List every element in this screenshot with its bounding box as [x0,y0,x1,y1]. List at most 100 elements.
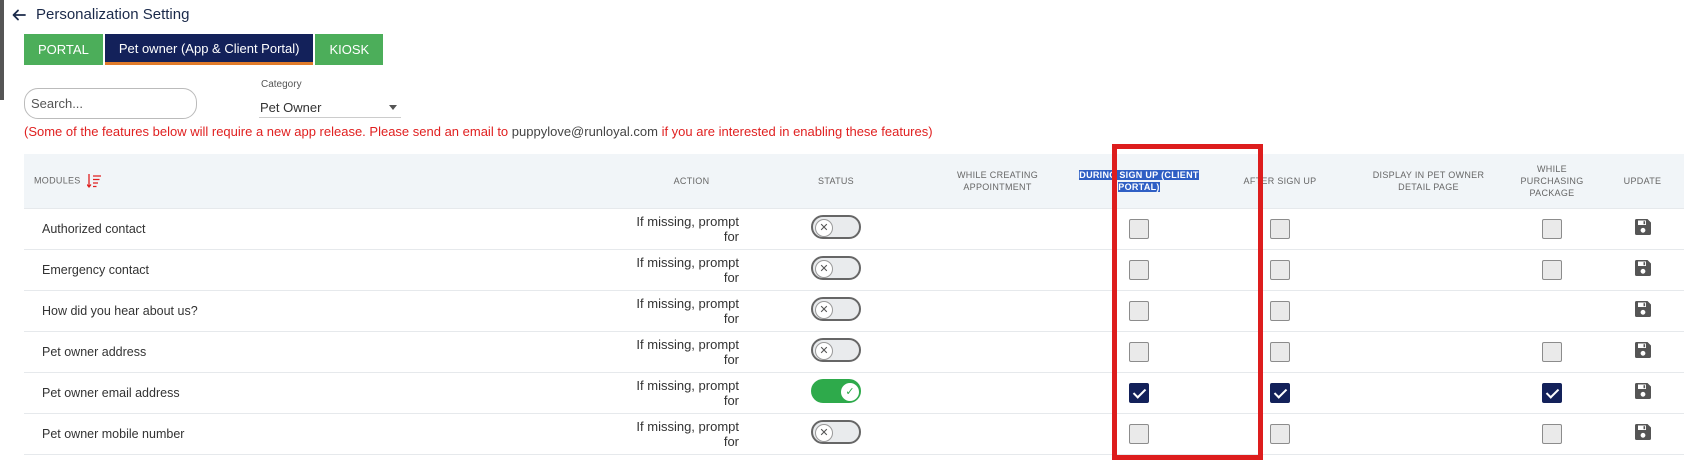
floppy-disk-icon[interactable] [1634,300,1652,321]
module-name: Pet owner email address [42,385,180,400]
tab-kiosk[interactable]: KIOSK [315,34,384,65]
during-signup-checkbox[interactable] [1129,341,1149,362]
tab-bar: PORTAL Pet owner (App & Client Portal) K… [24,34,385,65]
during-signup-cell [1072,331,1206,372]
after-signup-cell [1206,331,1354,372]
during-signup-checkbox[interactable] [1129,382,1149,403]
after-signup-checkbox[interactable] [1270,382,1290,403]
status-cell: ✕ [749,413,923,454]
search-input[interactable] [24,88,197,119]
status-toggle[interactable]: ✕ [811,215,861,239]
while-purchasing-checkbox[interactable] [1542,423,1562,444]
column-header-action: ACTION [673,175,710,186]
x-icon: ✕ [815,301,833,319]
action-text: If missing, prompt for [636,418,739,449]
arrow-left-icon[interactable] [12,8,26,22]
during-signup-checkbox[interactable] [1129,259,1149,280]
update-cell [1601,208,1684,249]
after-signup-checkbox[interactable] [1270,300,1290,321]
update-cell [1601,331,1684,372]
floppy-disk-icon[interactable] [1634,218,1652,239]
left-edge-bar [0,0,4,100]
page-title: Personalization Setting [36,6,190,23]
while-purchasing-checkbox[interactable] [1542,382,1562,403]
column-header-after-signup: AFTER SIGN UP [1243,175,1317,186]
update-cell [1601,249,1684,290]
action-text: If missing, prompt for [636,213,739,244]
status-toggle[interactable]: ✓ [811,379,861,403]
update-cell [1601,372,1684,413]
while-purchasing-cell [1503,413,1601,454]
table-row: Pet owner address If missing, prompt for… [24,331,1684,372]
module-name: Pet owner mobile number [42,426,185,441]
column-header-while-creating: WHILE CREATING APPOINTMENT [956,169,1039,192]
after-signup-cell [1206,249,1354,290]
after-signup-checkbox[interactable] [1270,423,1290,444]
during-signup-checkbox[interactable] [1129,218,1149,239]
page-header: Personalization Setting [12,6,189,23]
status-cell: ✕ [749,249,923,290]
while-purchasing-cell [1503,249,1601,290]
after-signup-cell [1206,413,1354,454]
sort-descending-icon[interactable] [87,173,102,189]
after-signup-cell [1206,290,1354,331]
display-detail-cell [1354,331,1503,372]
while-creating-cell [923,208,1072,249]
notice-text-after: if you are interested in enabling these … [657,124,933,139]
status-toggle[interactable]: ✕ [811,338,861,362]
after-signup-cell [1206,372,1354,413]
during-signup-cell [1072,413,1206,454]
while-creating-cell [923,413,1072,454]
module-name: Emergency contact [42,262,149,277]
floppy-disk-icon[interactable] [1634,259,1652,280]
floppy-disk-icon[interactable] [1634,382,1652,403]
column-header-modules[interactable]: MODULES [24,154,634,208]
floppy-disk-icon[interactable] [1634,341,1652,362]
display-detail-cell [1354,372,1503,413]
during-signup-checkbox[interactable] [1129,423,1149,444]
category-select[interactable]: Pet Owner [259,98,401,118]
action-text: If missing, prompt for [636,336,739,367]
while-purchasing-cell [1503,290,1601,331]
release-notice: (Some of the features below will require… [24,124,933,139]
status-cell: ✕ [749,331,923,372]
tab-pet-owner[interactable]: Pet owner (App & Client Portal) [104,34,314,65]
column-header-status: STATUS [818,175,854,186]
after-signup-checkbox[interactable] [1270,341,1290,362]
table-row: Pet owner mobile number If missing, prom… [24,413,1684,454]
while-purchasing-checkbox[interactable] [1542,259,1562,280]
display-detail-cell [1354,208,1503,249]
status-cell: ✓ [749,372,923,413]
tab-portal[interactable]: PORTAL [24,34,103,65]
modules-table-container: MODULES ACTION STATUS WHILE CREATING APP… [24,154,1684,455]
action-text: If missing, prompt for [636,377,739,408]
status-toggle[interactable]: ✕ [811,256,861,280]
while-creating-cell [923,372,1072,413]
action-text: If missing, prompt for [636,295,739,326]
table-row: Emergency contact If missing, prompt for… [24,249,1684,290]
column-header-during-signup: DURING SIGN UP (CLIENT PORTAL) [1072,154,1206,208]
while-purchasing-checkbox[interactable] [1542,218,1562,239]
status-toggle[interactable]: ✕ [811,297,861,321]
during-signup-checkbox[interactable] [1129,300,1149,321]
column-header-display-detail: DISPLAY IN PET OWNER DETAIL PAGE [1372,169,1485,192]
chevron-down-icon [389,105,397,110]
x-icon: ✕ [815,219,833,237]
category-label: Category [261,79,302,90]
status-cell: ✕ [749,208,923,249]
floppy-disk-icon[interactable] [1634,423,1652,444]
while-purchasing-checkbox[interactable] [1542,341,1562,362]
after-signup-checkbox[interactable] [1270,218,1290,239]
after-signup-checkbox[interactable] [1270,259,1290,280]
notice-email-link[interactable]: puppylove@runloyal.com [512,124,658,139]
display-detail-cell [1354,290,1503,331]
during-signup-cell [1072,290,1206,331]
action-text: If missing, prompt for [636,254,739,285]
status-toggle[interactable]: ✕ [811,420,861,444]
after-signup-cell [1206,208,1354,249]
module-name: How did you hear about us? [42,303,198,318]
while-purchasing-cell [1503,372,1601,413]
x-icon: ✕ [815,260,833,278]
table-row: How did you hear about us? If missing, p… [24,290,1684,331]
while-purchasing-cell [1503,331,1601,372]
